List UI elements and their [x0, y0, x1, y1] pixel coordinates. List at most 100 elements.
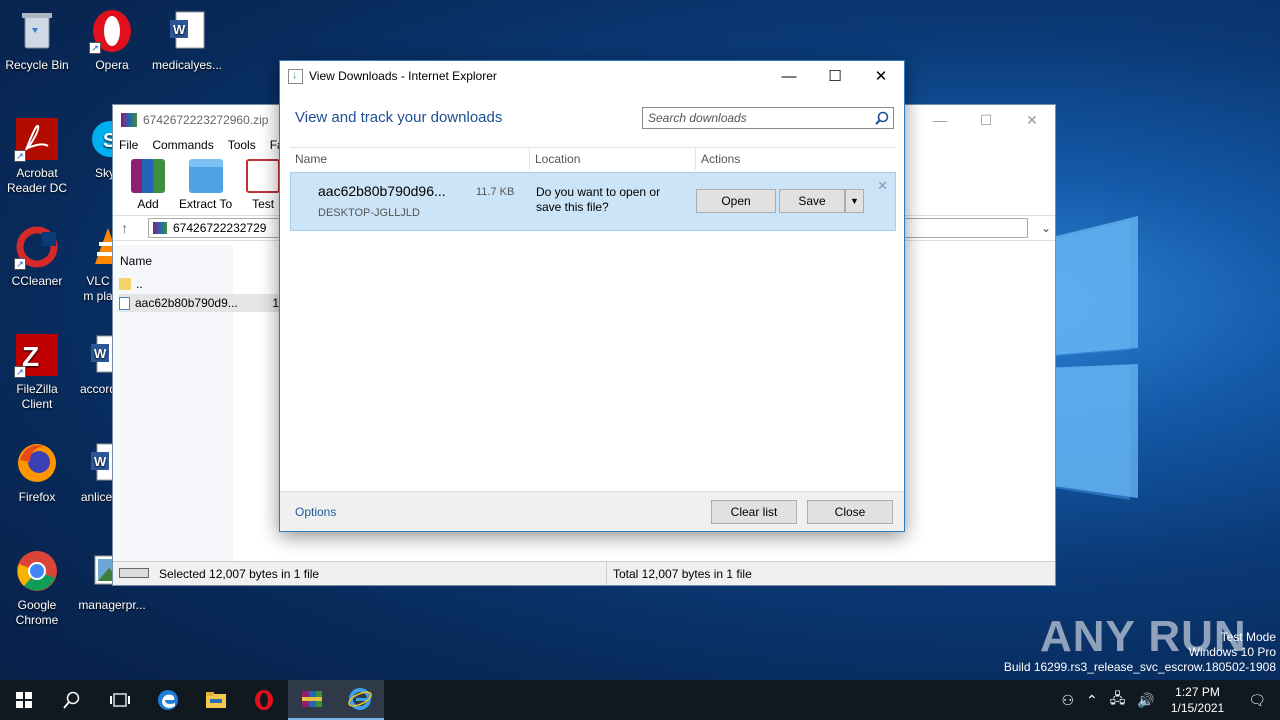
taskbar: ⚇ ⌃ 🖧 🔊 1:27 PM 1/15/2021 🗨: [0, 680, 1280, 720]
winrar-statusbar: Selected 12,007 bytes in 1 file Total 12…: [113, 561, 1055, 585]
save-button[interactable]: Save: [779, 189, 845, 213]
list-item[interactable]: aac62b80b790d9... 1: [119, 294, 279, 312]
menu-tools[interactable]: Tools: [228, 138, 256, 152]
ie-download-icon: ↓: [288, 68, 303, 84]
chevron-down-icon: ▼: [850, 196, 859, 206]
clock-time: 1:27 PM: [1175, 685, 1220, 699]
taskbar-file-explorer[interactable]: [192, 680, 240, 720]
volume-icon[interactable]: 🔊: [1131, 692, 1160, 709]
taskbar-winrar[interactable]: [288, 680, 336, 720]
network-icon[interactable]: 🖧: [1104, 688, 1132, 712]
status-selected: Selected 12,007 bytes in 1 file: [159, 566, 320, 581]
download-source: DESKTOP-JGLLJLD: [318, 207, 420, 219]
up-arrow-icon[interactable]: ↑: [121, 220, 128, 236]
windows-build-watermark: Test Mode Windows 10 Pro Build 16299.rs3…: [1003, 630, 1276, 674]
options-link[interactable]: Options: [295, 505, 336, 519]
task-view-button[interactable]: [96, 680, 144, 720]
remove-item-icon[interactable]: ✕: [877, 178, 888, 194]
menu-file[interactable]: File: [119, 138, 138, 152]
desktop-icon-word-accord[interactable]: W accord: [75, 332, 113, 397]
archive-icon: [153, 222, 167, 234]
desktop-icon-skype[interactable]: S Sky: [75, 116, 113, 181]
close-button[interactable]: ✕: [1009, 105, 1055, 135]
minimize-button[interactable]: —: [766, 61, 812, 91]
desktop-icon-chrome[interactable]: Google Chrome: [0, 548, 74, 628]
test-checklist-icon: [246, 159, 281, 193]
shortcut-arrow-icon: ↗: [14, 366, 26, 378]
word-document-icon: W: [85, 332, 113, 378]
shortcut-arrow-icon: ↗: [89, 42, 101, 54]
search-downloads-input[interactable]: Search downloads: [642, 107, 894, 129]
start-button[interactable]: [0, 680, 48, 720]
close-button[interactable]: ✕: [858, 61, 904, 91]
desktop-icon-word-doc[interactable]: W medicalyes...: [150, 8, 224, 73]
close-dialog-button[interactable]: Close: [807, 500, 893, 524]
taskbar-edge[interactable]: [144, 680, 192, 720]
chrome-icon: [14, 548, 60, 594]
folder-icon: [188, 159, 223, 193]
recycle-bin-icon: [14, 8, 60, 54]
clear-list-button[interactable]: Clear list: [711, 500, 797, 524]
minimize-button[interactable]: —: [917, 105, 963, 135]
download-item[interactable]: aac62b80b790d96... 11.7 KB DESKTOP-JGLLJ…: [290, 172, 896, 231]
opera-icon: [255, 690, 273, 710]
svg-text:W: W: [173, 22, 186, 37]
windows-logo-icon: [16, 692, 32, 708]
view-downloads-dialog[interactable]: ↓ View Downloads - Internet Explorer — ☐…: [279, 60, 905, 532]
add-button[interactable]: Add: [131, 159, 165, 211]
add-archive-icon: [131, 159, 165, 193]
edge-icon: [158, 690, 178, 710]
desktop-icon-word-anlice[interactable]: W anlice: [75, 440, 113, 505]
winrar-title: 6742672223272960.zip: [143, 113, 269, 127]
folder-icon: [206, 692, 226, 708]
clock-date: 1/15/2021: [1170, 701, 1225, 715]
column-header-name[interactable]: Name: [113, 250, 233, 272]
svg-text:W: W: [94, 346, 107, 361]
maximize-button[interactable]: ☐: [812, 61, 858, 91]
internet-explorer-icon: [348, 688, 372, 710]
dialog-footer: Options Clear list Close: [280, 491, 904, 531]
system-tray: ⚇ ⌃ 🖧 🔊 1:27 PM 1/15/2021 🗨: [1055, 680, 1280, 720]
people-icon[interactable]: ⚇: [1055, 692, 1080, 709]
clock[interactable]: 1:27 PM 1/15/2021: [1161, 684, 1234, 716]
status-total: Total 12,007 bytes in 1 file: [613, 566, 752, 581]
chevron-up-icon[interactable]: ⌃: [1080, 692, 1104, 709]
download-filename: aac62b80b790d96...: [318, 183, 446, 199]
file-icon: [119, 296, 130, 310]
desktop-icon-firefox[interactable]: Firefox: [0, 440, 74, 505]
page-title: View and track your downloads: [295, 109, 503, 126]
test-button[interactable]: Test: [246, 159, 281, 211]
save-dropdown-button[interactable]: ▼: [845, 189, 864, 213]
shortcut-arrow-icon: ↗: [14, 150, 26, 162]
skype-icon: S: [87, 116, 113, 162]
search-button[interactable]: [48, 680, 96, 720]
svg-text:W: W: [94, 454, 107, 469]
notifications-icon[interactable]: 🗨: [1234, 692, 1280, 709]
taskbar-internet-explorer[interactable]: [336, 680, 384, 720]
taskbar-opera[interactable]: [240, 680, 288, 720]
chevron-down-icon[interactable]: ⌄: [1041, 221, 1051, 235]
folder-icon: [119, 278, 131, 290]
desktop-icon-filezilla[interactable]: Z ↗ FileZilla Client: [0, 332, 74, 412]
desktop-icon-opera[interactable]: ↗ Opera: [75, 8, 149, 73]
open-button[interactable]: Open: [696, 189, 776, 213]
column-location[interactable]: Location: [530, 148, 696, 170]
menu-commands[interactable]: Commands: [152, 138, 213, 152]
drive-icon: [119, 568, 149, 578]
winrar-app-icon: [121, 113, 137, 127]
search-icon[interactable]: [875, 111, 889, 128]
dialog-title: View Downloads - Internet Explorer: [309, 69, 497, 83]
opera-icon: ↗: [89, 8, 135, 54]
search-icon: [63, 691, 80, 709]
column-name[interactable]: Name: [290, 148, 530, 170]
vlc-icon: [85, 224, 113, 270]
dialog-titlebar[interactable]: ↓ View Downloads - Internet Explorer — ☐…: [280, 61, 904, 91]
winrar-icon: [302, 691, 322, 707]
extract-to-button[interactable]: Extract To: [179, 159, 232, 211]
maximize-button[interactable]: ☐: [963, 105, 1009, 135]
desktop-icon-ccleaner[interactable]: ↗ CCleaner: [0, 224, 74, 289]
desktop-icon-vlc[interactable]: VLC m pla: [75, 224, 113, 304]
desktop-icon-acrobat[interactable]: ↗ Acrobat Reader DC: [0, 116, 74, 196]
list-item[interactable]: ..: [119, 275, 279, 293]
desktop-icon-recycle-bin[interactable]: Recycle Bin: [0, 8, 74, 73]
